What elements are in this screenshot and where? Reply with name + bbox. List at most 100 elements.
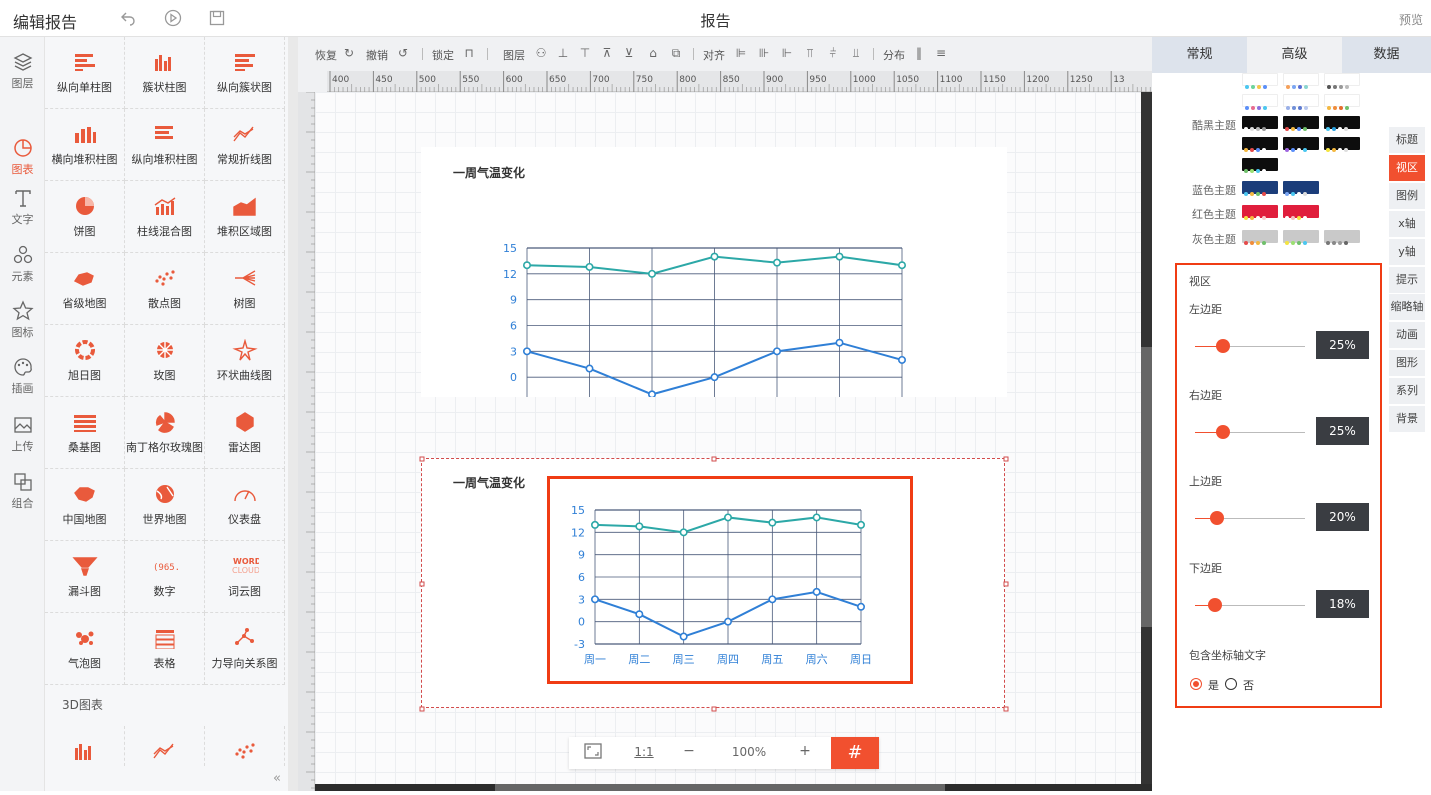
palette-item-6[interactable]: 饼图 <box>45 181 125 253</box>
lock-button[interactable]: 锁定 <box>432 47 454 63</box>
lock-icon[interactable]: ⊓ <box>462 46 476 60</box>
palette-item-19[interactable]: 世界地图 <box>125 469 205 541</box>
theme-swatch[interactable] <box>1283 73 1319 89</box>
margin-slider-thumb[interactable] <box>1207 598 1222 612</box>
palette-scrollbar[interactable] <box>288 37 298 791</box>
bring-front-icon[interactable]: ⊥ <box>556 46 570 60</box>
theme-swatch[interactable] <box>1283 94 1319 110</box>
delete-icon[interactable]: ⌂ <box>646 46 660 60</box>
tab-data[interactable]: 数据 <box>1342 37 1431 73</box>
tab-general[interactable]: 常规 <box>1152 37 1247 73</box>
collapse-panel-icon[interactable]: « <box>273 771 281 786</box>
move-down-icon[interactable]: ⊻ <box>622 46 636 60</box>
margin-slider-thumb[interactable] <box>1215 339 1230 353</box>
theme-swatch[interactable] <box>1283 116 1319 131</box>
palette-item-2[interactable]: 纵向簇状图 <box>205 37 285 109</box>
palette-item-3[interactable]: 横向堆积柱图 <box>45 109 125 181</box>
margin-slider-thumb[interactable] <box>1215 425 1230 439</box>
palette-item-10[interactable]: 散点图 <box>125 253 205 325</box>
palette-item-7[interactable]: 柱线混合图 <box>125 181 205 253</box>
save-icon[interactable] <box>207 9 227 29</box>
palette-item-4[interactable]: 纵向堆积柱图 <box>125 109 205 181</box>
nav-item-1[interactable]: 图表 <box>0 133 45 189</box>
palette-item-1[interactable]: 簇状柱图 <box>125 37 205 109</box>
theme-swatch[interactable] <box>1242 116 1278 131</box>
distribute-button[interactable]: 分布 <box>883 47 905 63</box>
side-tab-8[interactable]: 图形 <box>1389 350 1425 376</box>
palette-item-25[interactable]: 表格 <box>125 613 205 685</box>
theme-swatch[interactable] <box>1242 73 1278 89</box>
send-back-icon[interactable]: ⊤ <box>578 46 592 60</box>
palette-3d-item-0[interactable] <box>45 726 125 766</box>
redo-icon[interactable]: ↻ <box>342 46 356 60</box>
palette-item-16[interactable]: 南丁格尔玫瑰图 <box>125 397 205 469</box>
design-canvas[interactable]: 一周气温变化 15129630-3周一周二周三周四周五周六周日 一周气温变化 1… <box>315 92 1141 784</box>
align-bottom-icon[interactable]: ⫫ <box>849 46 863 60</box>
align-middle-icon[interactable]: ⫩ <box>826 46 840 60</box>
chart-widget-2-selected[interactable]: 一周气温变化 15 12 9 6 3 0 -3 周一 周二 周三 周四 周五 周六 周日 <box>419 456 1009 712</box>
redo-button[interactable]: 恢复 <box>315 47 337 63</box>
margin-value[interactable]: 25% <box>1316 331 1369 359</box>
margin-value[interactable]: 25% <box>1316 417 1369 445</box>
move-up-icon[interactable]: ⊼ <box>600 46 614 60</box>
side-tab-1[interactable]: 视区 <box>1389 155 1425 181</box>
radio-no[interactable] <box>1225 678 1237 690</box>
grid-toggle-icon[interactable]: # <box>831 737 879 769</box>
theme-swatch[interactable] <box>1283 205 1319 220</box>
palette-item-20[interactable]: 仪表盘 <box>205 469 285 541</box>
palette-item-12[interactable]: 旭日图 <box>45 325 125 397</box>
align-right-icon[interactable]: ⊩ <box>780 46 794 60</box>
theme-swatch[interactable] <box>1242 158 1278 173</box>
theme-swatch[interactable] <box>1324 230 1360 245</box>
margin-slider-thumb[interactable] <box>1210 511 1224 525</box>
side-tab-9[interactable]: 系列 <box>1389 378 1425 404</box>
palette-item-0[interactable]: 纵向单柱图 <box>45 37 125 109</box>
palette-item-11[interactable]: 树图 <box>205 253 285 325</box>
undo-button[interactable]: 撤销 <box>366 47 388 63</box>
align-button[interactable]: 对齐 <box>703 47 725 63</box>
side-tab-0[interactable]: 标题 <box>1389 127 1425 153</box>
side-tab-7[interactable]: 动画 <box>1389 322 1425 348</box>
palette-item-21[interactable]: 漏斗图 <box>45 541 125 613</box>
palette-item-5[interactable]: 常规折线图 <box>205 109 285 181</box>
theme-swatch[interactable] <box>1283 230 1319 245</box>
palette-item-8[interactable]: 堆积区域图 <box>205 181 285 253</box>
side-tab-6[interactable]: 缩略轴 <box>1389 294 1425 320</box>
side-tab-2[interactable]: 图例 <box>1389 183 1425 209</box>
align-top-icon[interactable]: ⫪ <box>803 46 817 60</box>
radio-yes[interactable] <box>1190 678 1202 690</box>
align-center-icon[interactable]: ⊪ <box>757 46 771 60</box>
theme-swatch[interactable] <box>1324 137 1360 152</box>
zoom-out-button[interactable]: − <box>679 743 699 759</box>
undo-arrow-icon[interactable]: ↺ <box>396 46 410 60</box>
side-tab-10[interactable]: 背景 <box>1389 406 1425 432</box>
palette-item-13[interactable]: 玫图 <box>125 325 205 397</box>
palette-item-22[interactable]: (965.0) 数字 <box>125 541 205 613</box>
layer-button[interactable]: 图层 <box>503 47 525 63</box>
layer-group-icon[interactable]: ⚇ <box>534 46 548 60</box>
theme-swatch[interactable] <box>1324 116 1360 131</box>
side-tab-3[interactable]: x轴 <box>1389 211 1425 237</box>
palette-3d-item-2[interactable] <box>205 726 285 766</box>
play-icon[interactable] <box>163 9 183 29</box>
nav-item-3[interactable]: 元素 <box>0 240 45 296</box>
undo-icon[interactable] <box>118 9 138 29</box>
palette-item-24[interactable]: 气泡图 <box>45 613 125 685</box>
zoom-in-button[interactable]: + <box>795 743 815 759</box>
nav-item-4[interactable]: 图标 <box>0 296 45 352</box>
margin-value[interactable]: 20% <box>1316 503 1369 531</box>
palette-item-23[interactable]: WORD CLOUD 词云图 <box>205 541 285 613</box>
theme-swatch[interactable] <box>1283 181 1319 196</box>
distribute-v-icon[interactable]: ≡ <box>934 46 948 60</box>
theme-swatch[interactable] <box>1242 230 1278 245</box>
palette-3d-item-1[interactable] <box>125 726 205 766</box>
actual-size-button[interactable]: 1:1 <box>629 745 659 759</box>
copy-icon[interactable]: ⧉ <box>669 46 683 60</box>
nav-item-6[interactable]: 上传 <box>0 410 45 466</box>
theme-swatch[interactable] <box>1283 137 1319 152</box>
theme-swatch[interactable] <box>1324 94 1360 110</box>
distribute-h-icon[interactable]: ‖ <box>912 46 926 60</box>
canvas-vertical-scrollbar[interactable] <box>1141 92 1152 784</box>
theme-swatch[interactable] <box>1242 137 1278 152</box>
palette-item-14[interactable]: 环状曲线图 <box>205 325 285 397</box>
